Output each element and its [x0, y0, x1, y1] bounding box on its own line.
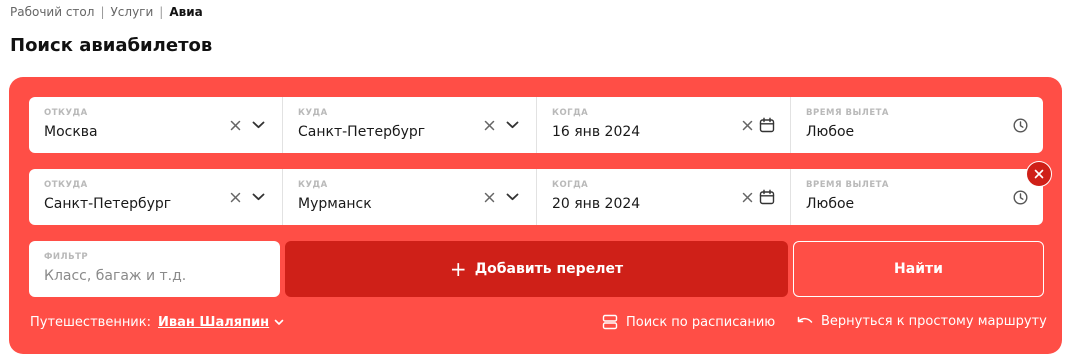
close-icon[interactable] — [738, 116, 756, 134]
plus-icon: + — [449, 257, 467, 281]
search-button[interactable]: Найти — [793, 241, 1044, 297]
destination-value: Санкт-Петербург — [298, 124, 426, 140]
origin-value: Санкт-Петербург — [44, 196, 172, 212]
traveler-selector: Путешественник: Иван Шаляпин — [30, 315, 284, 330]
close-icon[interactable] — [226, 188, 244, 206]
calendar-icon[interactable] — [758, 116, 776, 134]
departure-time-value: Любое — [806, 196, 855, 212]
departure-time-field[interactable]: ВРЕМЯ ВЫЛЕТА Любое — [791, 97, 1043, 153]
traveler-name-link[interactable]: Иван Шаляпин — [158, 315, 269, 330]
close-icon — [1034, 169, 1044, 179]
destination-value: Мурманск — [298, 196, 372, 212]
breadcrumb-item-desktop[interactable]: Рабочий стол — [10, 5, 94, 19]
calendar-icon[interactable] — [758, 188, 776, 206]
add-flight-label: Добавить перелет — [474, 261, 624, 277]
chevron-down-icon[interactable] — [274, 319, 284, 326]
origin-label: ОТКУДА — [44, 108, 88, 118]
clock-icon[interactable] — [1011, 116, 1029, 134]
departure-time-field[interactable]: ВРЕМЯ ВЫЛЕТА Любое — [791, 169, 1043, 225]
filter-placeholder: Класс, багаж и т.д. — [44, 268, 187, 284]
destination-label: КУДА — [298, 108, 328, 118]
chevron-down-icon[interactable] — [503, 188, 521, 206]
breadcrumb-item-services[interactable]: Услуги — [110, 5, 153, 19]
flight-search-panel: ОТКУДА Москва КУДА Санкт-Петербург КОГДА… — [9, 77, 1062, 354]
chevron-down-icon[interactable] — [249, 188, 267, 206]
simple-route-link[interactable]: Вернуться к простому маршруту — [797, 314, 1047, 329]
date-value: 20 янв 2024 — [552, 196, 641, 212]
undo-arrow-icon — [797, 316, 813, 323]
route-row: ОТКУДА Москва КУДА Санкт-Петербург КОГДА… — [29, 97, 1043, 153]
destination-label: КУДА — [298, 180, 328, 190]
breadcrumb-separator: | — [100, 5, 105, 19]
departure-time-label: ВРЕМЯ ВЫЛЕТА — [806, 180, 890, 190]
departure-time-label: ВРЕМЯ ВЫЛЕТА — [806, 108, 890, 118]
departure-time-value: Любое — [806, 124, 855, 140]
traveler-label: Путешественник: — [30, 315, 151, 330]
clock-icon[interactable] — [1011, 188, 1029, 206]
destination-field[interactable]: КУДА Санкт-Петербург — [283, 97, 537, 153]
chevron-down-icon[interactable] — [249, 116, 267, 134]
simple-route-label: Вернуться к простому маршруту — [821, 314, 1047, 329]
close-icon[interactable] — [738, 188, 756, 206]
close-icon[interactable] — [480, 188, 498, 206]
route-row: ОТКУДА Санкт-Петербург КУДА Мурманск КОГ… — [29, 169, 1043, 225]
destination-field[interactable]: КУДА Мурманск — [283, 169, 537, 225]
close-icon[interactable] — [480, 116, 498, 134]
filter-label: ФИЛЬТР — [44, 252, 89, 262]
origin-field[interactable]: ОТКУДА Санкт-Петербург — [29, 169, 283, 225]
chevron-down-icon[interactable] — [503, 116, 521, 134]
page-title: Поиск авиабилетов — [10, 35, 213, 56]
breadcrumb: Рабочий стол | Услуги | Авиа — [10, 5, 203, 19]
schedule-search-link[interactable]: Поиск по расписанию — [602, 314, 775, 330]
breadcrumb-item-current: Авиа — [169, 5, 203, 19]
add-flight-button[interactable]: + Добавить перелет — [285, 241, 788, 297]
date-value: 16 янв 2024 — [552, 124, 641, 140]
remove-route-button[interactable] — [1026, 161, 1052, 187]
origin-value: Москва — [44, 124, 98, 140]
date-field[interactable]: КОГДА 20 янв 2024 — [537, 169, 791, 225]
close-icon[interactable] — [226, 116, 244, 134]
filter-field[interactable]: ФИЛЬТР Класс, багаж и т.д. — [29, 241, 280, 297]
date-field[interactable]: КОГДА 16 янв 2024 — [537, 97, 791, 153]
schedule-icon — [602, 314, 618, 330]
date-label: КОГДА — [552, 180, 589, 190]
origin-label: ОТКУДА — [44, 180, 88, 190]
origin-field[interactable]: ОТКУДА Москва — [29, 97, 283, 153]
breadcrumb-separator: | — [159, 5, 164, 19]
date-label: КОГДА — [552, 108, 589, 118]
schedule-search-label: Поиск по расписанию — [626, 314, 776, 330]
